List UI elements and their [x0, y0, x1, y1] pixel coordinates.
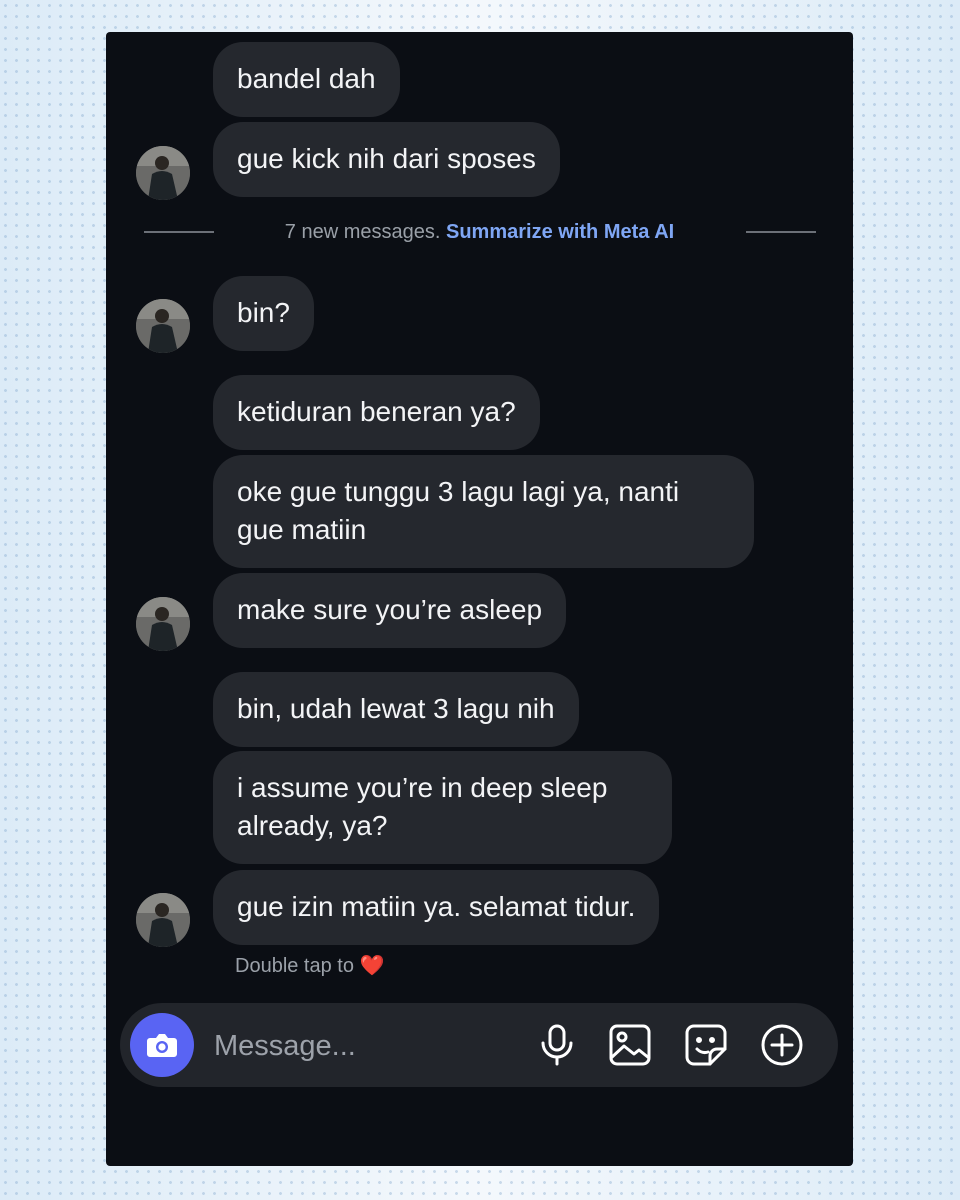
voice-button[interactable] [535, 1023, 579, 1067]
summarize-link[interactable]: Summarize with Meta AI [446, 221, 674, 243]
camera-button[interactable] [130, 1013, 194, 1077]
sticker-button[interactable] [684, 1023, 728, 1067]
message-composer [120, 1003, 838, 1087]
reaction-hint: Double tap to ❤️ [235, 952, 384, 980]
divider-line-right [746, 231, 816, 233]
microphone-icon [541, 1024, 573, 1066]
heart-emoji: ❤️ [359, 955, 385, 977]
avatar[interactable] [136, 597, 190, 651]
message-bubble[interactable]: oke gue tunggu 3 lagu lagi ya, nanti gue… [213, 455, 754, 568]
message-bubble[interactable]: bin, udah lewat 3 lagu nih [213, 672, 579, 747]
chat-screen: bandel dah gue kick nih dari sposes 7 ne… [106, 32, 853, 1166]
reaction-hint-text: Double tap to [235, 955, 354, 977]
new-messages-count: 7 new messages. [284, 221, 441, 243]
more-button[interactable] [760, 1023, 804, 1067]
message-input[interactable] [212, 1025, 516, 1067]
message-bubble[interactable]: bin? [213, 276, 314, 351]
avatar[interactable] [136, 299, 190, 353]
gallery-button[interactable] [608, 1023, 652, 1067]
message-bubble[interactable]: make sure you’re asleep [213, 573, 567, 648]
plus-icon [761, 1024, 803, 1066]
message-bubble[interactable]: bandel dah [213, 42, 400, 117]
sticker-icon [685, 1024, 727, 1066]
message-bubble[interactable]: ketiduran beneran ya? [213, 375, 540, 450]
new-messages-divider: 7 new messages. Summarize with Meta AI [106, 218, 853, 246]
image-icon [609, 1024, 651, 1066]
message-bubble[interactable]: i assume you’re in deep sleep already, y… [213, 751, 672, 864]
avatar-photo-icon [136, 597, 190, 651]
camera-icon [147, 1034, 177, 1057]
avatar-photo-icon [136, 299, 190, 353]
avatar[interactable] [136, 893, 190, 947]
avatar[interactable] [136, 146, 190, 200]
message-bubble[interactable]: gue izin matiin ya. selamat tidur. [213, 870, 660, 945]
avatar-photo-icon [136, 893, 190, 947]
avatar-photo-icon [136, 146, 190, 200]
message-bubble[interactable]: gue kick nih dari sposes [213, 122, 560, 197]
